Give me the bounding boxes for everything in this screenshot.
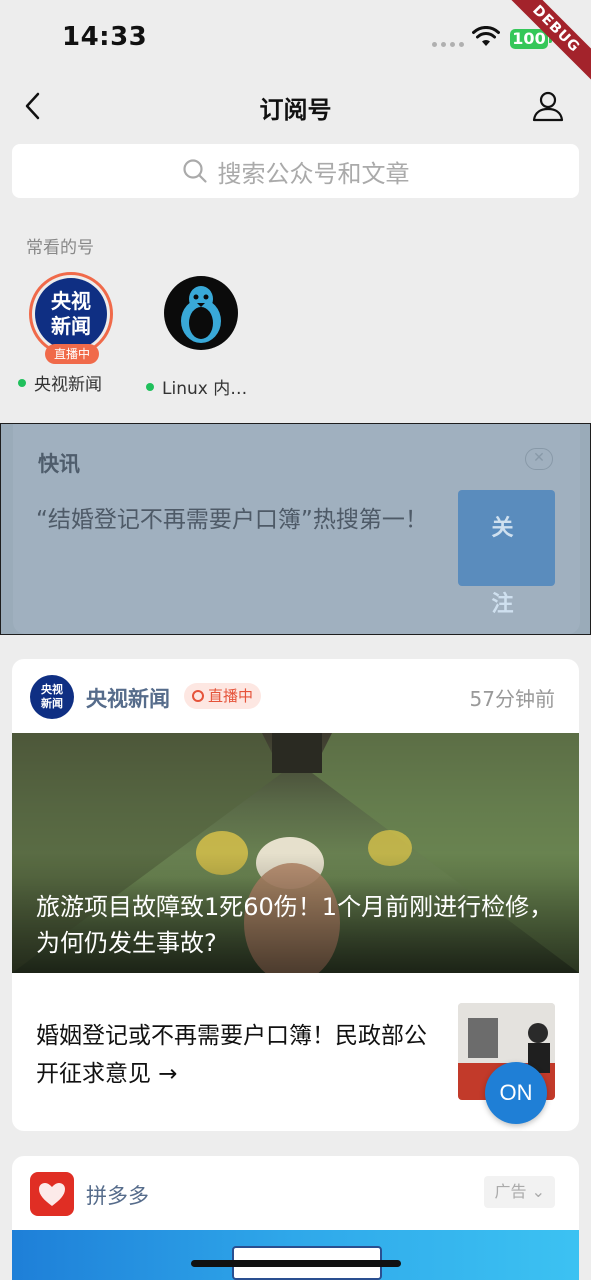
status-bar: 14:33 100 DEBUG: [0, 0, 591, 83]
avatar: 央视 新闻 直播中: [27, 272, 115, 364]
ad-source-name: 拼多多: [86, 1184, 149, 1208]
frequent-account-name: 央视新闻: [16, 370, 126, 395]
profile-icon[interactable]: [530, 88, 566, 124]
online-dot-icon: [18, 378, 26, 387]
ad-tag[interactable]: 广告 ⌄: [484, 1176, 555, 1208]
source-logo: 央视 新闻: [30, 675, 74, 719]
cellular-signal-icon: [432, 42, 464, 47]
avatar-text-line2: 新闻: [51, 314, 91, 338]
nav-bar: 订阅号: [0, 80, 591, 132]
status-time: 14:33: [62, 22, 148, 52]
search-icon: [182, 159, 207, 183]
post-time: 57分钟前: [469, 687, 555, 711]
live-badge: 直播中: [45, 344, 99, 364]
article-card: 央视 新闻 央视新闻 直播中 57分钟前 旅游项目故障致1死60伤！1个月前刚进…: [12, 659, 579, 1131]
flash-text[interactable]: “结婚登记不再需要户口簿”热搜第一！: [36, 502, 436, 538]
card-header[interactable]: 央视 新闻 央视新闻 直播中 57分钟前: [12, 659, 579, 733]
penguin-avatar-icon: [164, 276, 238, 350]
online-dot-icon: [146, 382, 154, 391]
wifi-icon: [472, 26, 500, 46]
debug-label: DEBUG: [502, 0, 591, 83]
frequent-account-cctv[interactable]: 央视 新闻 直播中 央视新闻: [16, 270, 126, 395]
frequent-section-label: 常看的号: [26, 238, 94, 258]
close-icon[interactable]: ✕: [525, 448, 553, 470]
on-toggle-button[interactable]: ON: [485, 1062, 547, 1124]
frequent-account-name: Linux 内…: [146, 374, 256, 399]
follow-button[interactable]: 关注: [458, 490, 555, 616]
search-placeholder: 搜索公众号和文章: [217, 159, 410, 188]
debug-banner: DEBUG: [501, 0, 591, 90]
search-input[interactable]: 搜索公众号和文章: [12, 144, 579, 198]
page-title: 订阅号: [259, 96, 332, 124]
live-badge: 直播中: [184, 683, 262, 709]
home-indicator[interactable]: [191, 1260, 401, 1267]
source-name: 央视新闻: [86, 687, 170, 711]
sub-article-title: 婚姻登记或不再需要户口簿！民政部公开征求意见 →: [36, 1023, 427, 1087]
hero-title: 旅游项目故障致1死60伤！1个月前刚进行检修，为何仍发生事故?: [36, 893, 554, 957]
frequent-account-linux[interactable]: Linux 内…: [146, 270, 256, 399]
hero-article[interactable]: 旅游项目故障致1死60伤！1个月前刚进行检修，为何仍发生事故?: [12, 733, 579, 973]
ad-banner[interactable]: [12, 1230, 579, 1280]
pinduoduo-logo-icon: [30, 1172, 74, 1216]
chevron-down-icon: ⌄: [531, 1182, 545, 1201]
avatar: [157, 276, 245, 364]
avatar-text-line1: 央视: [51, 289, 91, 313]
flash-title: 快讯: [38, 452, 80, 476]
